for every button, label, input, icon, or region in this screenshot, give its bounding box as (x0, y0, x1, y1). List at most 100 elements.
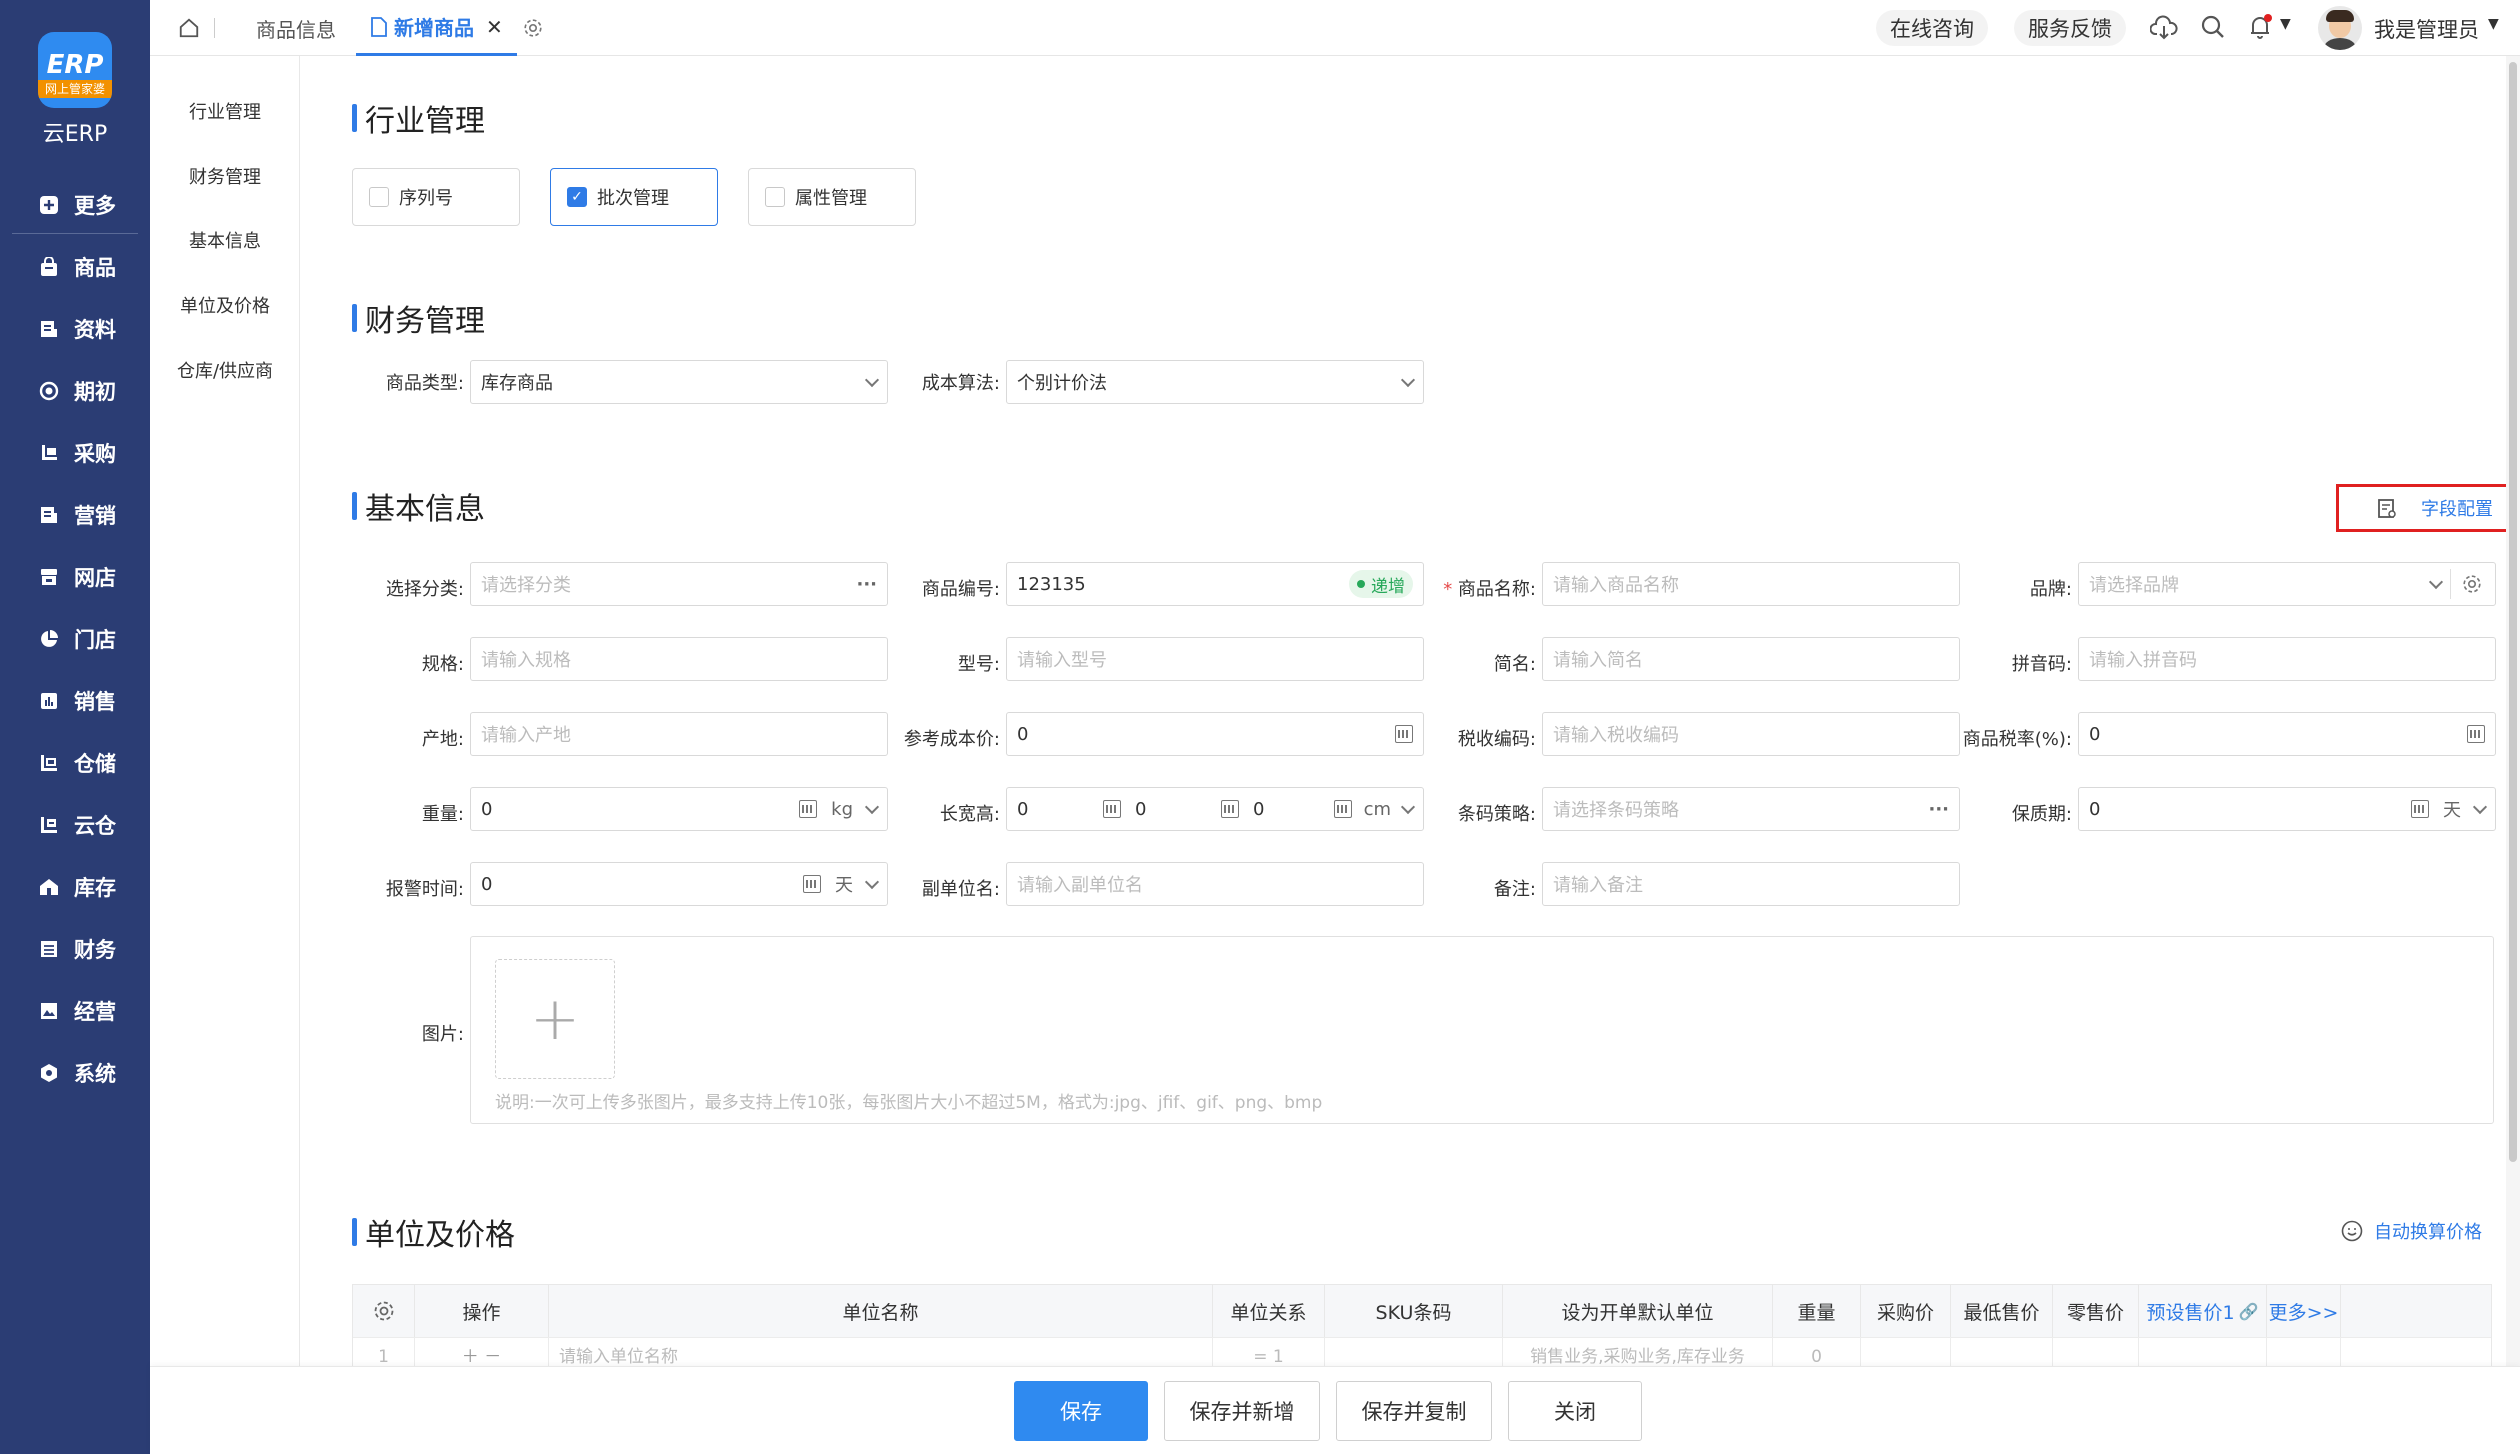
nav-item-3[interactable]: 期初 (0, 366, 150, 416)
preset-price-header[interactable]: 预设售价1 🔗 (2139, 1285, 2267, 1337)
product-type-select[interactable]: 库存商品 (470, 360, 888, 404)
subnav-warehouse[interactable]: 仓库/供应商 (150, 357, 300, 383)
calculator-icon[interactable] (2411, 800, 2429, 818)
nav-item-11[interactable]: 库存 (0, 862, 150, 912)
barcode-strategy-input[interactable]: 请选择条码策略 ··· (1542, 787, 1960, 831)
feedback-button[interactable]: 服务反馈 (2014, 10, 2126, 46)
bell-icon[interactable] (2246, 12, 2276, 42)
length-value[interactable]: 0 (1017, 799, 1028, 820)
tax-code-input[interactable]: 请输入税收编码 (1542, 712, 1960, 756)
tax-rate-input[interactable]: 0 (2078, 712, 2496, 756)
calculator-icon[interactable] (799, 800, 818, 818)
increment-badge[interactable]: 递增 (1349, 570, 1413, 598)
calculator-icon[interactable] (1333, 800, 1352, 818)
attribute-management-checkbox[interactable]: 属性管理 (748, 168, 916, 226)
subnav-finance[interactable]: 财务管理 (150, 163, 300, 189)
scrollbar-thumb[interactable] (2509, 62, 2517, 1162)
weight-input[interactable]: 0 kg (470, 787, 888, 831)
min-price-cell[interactable] (1951, 1338, 2053, 1367)
nav-item-13[interactable]: 经营 (0, 986, 150, 1036)
batch-management-checkbox[interactable]: ✓ 批次管理 (550, 168, 718, 226)
more-columns-link[interactable]: 更多>> (2267, 1285, 2341, 1337)
calculator-icon[interactable] (1395, 725, 1413, 743)
vertical-scrollbar[interactable] (2506, 56, 2520, 1366)
calculator-icon[interactable] (1221, 800, 1239, 818)
sub-unit-input[interactable]: 请输入副单位名 (1006, 862, 1424, 906)
nav-item-6[interactable]: 网店 (0, 552, 150, 602)
cloud-download-icon[interactable] (2150, 14, 2178, 42)
pinyin-input[interactable]: 请输入拼音码 (2078, 637, 2496, 681)
nav-item-5[interactable]: 营销 (0, 490, 150, 540)
alarm-unit-select[interactable]: 天 (835, 871, 853, 897)
nav-item-8[interactable]: 销售 (0, 676, 150, 726)
shelf-life-input[interactable]: 0 天 (2078, 787, 2496, 831)
nav-item-0[interactable]: 更多 (0, 180, 150, 230)
close-icon[interactable]: ✕ (486, 15, 503, 39)
avatar[interactable] (2318, 6, 2362, 50)
app-logo[interactable]: ERP 网上管家婆 (34, 32, 116, 114)
more-dots-icon[interactable]: ··· (1928, 788, 1949, 830)
tab-product-info[interactable]: 商品信息 (244, 0, 348, 56)
close-button[interactable]: 关闭 (1508, 1381, 1642, 1441)
retail-price-cell[interactable] (2053, 1338, 2139, 1367)
serial-number-checkbox[interactable]: 序列号 (352, 168, 520, 226)
upload-plus-button[interactable]: + (495, 959, 615, 1079)
tab-new-product[interactable]: 新增商品 ✕ (356, 0, 517, 56)
preset-price-cell[interactable] (2139, 1338, 2267, 1367)
model-input[interactable]: 请输入型号 (1006, 637, 1424, 681)
user-menu-chevron-icon[interactable]: ▼ (2488, 16, 2499, 32)
row-actions[interactable]: ＋ － (415, 1338, 549, 1367)
save-and-copy-button[interactable]: 保存并复制 (1336, 1381, 1492, 1441)
subnav-basic[interactable]: 基本信息 (150, 227, 300, 253)
dimensions-input[interactable]: 0 0 0 cm (1006, 787, 1424, 831)
height-value[interactable]: 0 (1253, 799, 1264, 820)
calculator-icon[interactable] (803, 875, 821, 893)
nav-item-4[interactable]: 采购 (0, 428, 150, 478)
chevron-down-icon[interactable]: ▼ (2280, 16, 2291, 32)
origin-input[interactable]: 请输入产地 (470, 712, 888, 756)
tab-settings[interactable] (522, 0, 544, 56)
save-button[interactable]: 保存 (1014, 1381, 1148, 1441)
weight-cell[interactable]: 0 (1773, 1338, 1861, 1367)
ref-cost-input[interactable]: 0 (1006, 712, 1424, 756)
remark-input[interactable]: 请输入备注 (1542, 862, 1960, 906)
short-name-input[interactable]: 请输入简名 (1542, 637, 1960, 681)
product-name-input[interactable]: 请输入商品名称 (1542, 562, 1960, 606)
home-tab[interactable] (178, 0, 215, 56)
purchase-price-cell[interactable] (1861, 1338, 1951, 1367)
search-icon[interactable] (2200, 14, 2226, 40)
shelf-life-unit-select[interactable]: 天 (2443, 796, 2461, 822)
width-value[interactable]: 0 (1135, 799, 1146, 820)
dimension-unit-select[interactable]: cm (1364, 799, 1391, 820)
nav-item-1[interactable]: 商品 (0, 242, 150, 292)
auto-price-toggle[interactable]: 自动换算价格 (2340, 1218, 2482, 1244)
cost-method-select[interactable]: 个别计价法 (1006, 360, 1424, 404)
nav-item-2[interactable]: 资料 (0, 304, 150, 354)
nav-item-14[interactable]: 系统 (0, 1048, 150, 1098)
calculator-icon[interactable] (2467, 725, 2485, 743)
more-dots-icon[interactable]: ··· (856, 563, 877, 605)
nav-item-9[interactable]: 仓储 (0, 738, 150, 788)
gear-icon[interactable] (2461, 573, 2483, 595)
unit-name-cell[interactable]: 请输入单位名称 (549, 1338, 1213, 1367)
field-config-button[interactable]: 字段配置 (2336, 484, 2516, 532)
calculator-icon[interactable] (1103, 800, 1121, 818)
product-code-input[interactable]: 123135 递增 (1006, 562, 1424, 606)
gear-icon[interactable] (372, 1299, 396, 1323)
nav-item-7[interactable]: 门店 (0, 614, 150, 664)
weight-unit-select[interactable]: kg (831, 799, 853, 820)
subnav-unit-price[interactable]: 单位及价格 (150, 292, 300, 318)
user-name[interactable]: 我是管理员 (2374, 14, 2479, 44)
sku-cell[interactable] (1325, 1338, 1503, 1367)
nav-item-10[interactable]: 云仓 (0, 800, 150, 850)
spec-input[interactable]: 请输入规格 (470, 637, 888, 681)
table-settings-cell[interactable] (353, 1285, 415, 1337)
alarm-time-input[interactable]: 0 天 (470, 862, 888, 906)
subnav-industry[interactable]: 行业管理 (150, 98, 300, 124)
default-unit-cell[interactable]: 销售业务,采购业务,库存业务 (1503, 1338, 1773, 1367)
nav-item-12[interactable]: 财务 (0, 924, 150, 974)
online-consult-button[interactable]: 在线咨询 (1876, 10, 1988, 46)
brand-select[interactable]: 请选择品牌 (2078, 562, 2496, 606)
save-and-new-button[interactable]: 保存并新增 (1164, 1381, 1320, 1441)
category-input[interactable]: 请选择分类 ··· (470, 562, 888, 606)
